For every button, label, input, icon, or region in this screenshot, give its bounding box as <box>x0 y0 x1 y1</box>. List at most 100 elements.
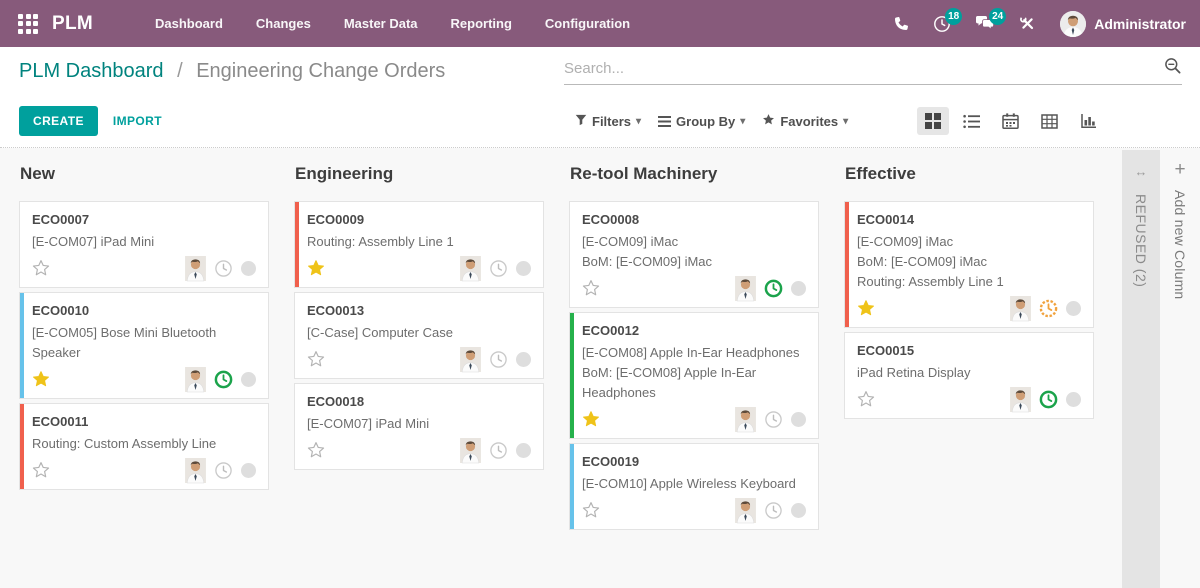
kanban-card[interactable]: ECO0014 [E-COM09] iMacBoM: [E-COM09] iMa… <box>844 201 1094 328</box>
kanban-card[interactable]: ECO0007 [E-COM07] iPad Mini <box>19 201 269 288</box>
kanban-view-button[interactable] <box>917 107 949 135</box>
kanban-state-icon[interactable] <box>241 372 256 387</box>
add-new-column-button[interactable]: + Add new Column <box>1160 150 1200 588</box>
assignee-avatar[interactable] <box>735 276 756 301</box>
kanban-state-icon[interactable] <box>1066 301 1081 316</box>
column-title[interactable]: Re-tool Machinery <box>570 164 844 184</box>
priority-star-icon[interactable] <box>307 441 325 459</box>
kanban-state-icon[interactable] <box>791 412 806 427</box>
breadcrumb-parent-link[interactable]: PLM Dashboard <box>19 60 164 82</box>
nav-menu-item[interactable]: Master Data <box>344 16 418 31</box>
kanban-card[interactable]: ECO0015 iPad Retina Display <box>844 332 1094 419</box>
card-description: [C-Case] Computer Case <box>307 323 531 343</box>
kanban-content: New ECO0007 [E-COM07] iPad Mini ECO0010 … <box>0 148 1200 588</box>
create-button[interactable]: CREATE <box>19 106 98 136</box>
kanban-card[interactable]: ECO0009 Routing: Assembly Line 1 <box>294 201 544 288</box>
activity-clock-icon[interactable] <box>1039 299 1058 318</box>
pivot-view-button[interactable] <box>1033 108 1066 135</box>
activity-clock-icon[interactable] <box>489 350 508 369</box>
assignee-avatar[interactable] <box>460 347 481 372</box>
kanban-state-icon[interactable] <box>791 281 806 296</box>
assignee-avatar[interactable] <box>1010 387 1031 412</box>
priority-star-icon[interactable] <box>307 350 325 368</box>
priority-star-icon[interactable] <box>582 279 600 297</box>
activity-clock-icon[interactable] <box>489 259 508 278</box>
card-description: [E-COM10] Apple Wireless Keyboard <box>582 474 806 494</box>
priority-star-icon[interactable] <box>582 501 600 519</box>
activity-clock-icon[interactable] <box>214 259 233 278</box>
assignee-avatar[interactable] <box>1010 296 1031 321</box>
assignee-avatar[interactable] <box>735 498 756 523</box>
view-switcher <box>917 107 1105 135</box>
kanban-state-icon[interactable] <box>516 352 531 367</box>
kanban-state-icon[interactable] <box>516 443 531 458</box>
priority-star-icon[interactable] <box>857 299 875 317</box>
calendar-view-button[interactable] <box>994 107 1027 135</box>
nav-menu-item[interactable]: Changes <box>256 16 311 31</box>
kanban-card[interactable]: ECO0018 [E-COM07] iPad Mini <box>294 383 544 470</box>
activity-clock-icon[interactable] <box>764 410 783 429</box>
nav-menu-item[interactable]: Reporting <box>451 16 512 31</box>
activity-clock-icon[interactable] <box>1039 390 1058 409</box>
eco-reference: ECO0019 <box>582 454 806 469</box>
assignee-avatar[interactable] <box>185 256 206 281</box>
kanban-state-icon[interactable] <box>516 261 531 276</box>
nav-menu-item[interactable]: Configuration <box>545 16 630 31</box>
card-color-bar <box>845 202 849 327</box>
graph-view-button[interactable] <box>1072 107 1105 135</box>
expand-arrows-icon: ↔ <box>1135 164 1148 179</box>
priority-star-icon[interactable] <box>857 390 875 408</box>
search-icon[interactable] <box>1164 57 1182 80</box>
apps-grid-icon[interactable] <box>18 14 38 34</box>
assignee-avatar[interactable] <box>460 256 481 281</box>
phone-icon[interactable] <box>893 16 909 32</box>
priority-star-icon[interactable] <box>307 259 325 277</box>
messages-icon[interactable]: 24 <box>975 15 995 32</box>
column-title[interactable]: Effective <box>845 164 1119 184</box>
collapsed-column-refused[interactable]: ↔ REFUSED (2) <box>1122 150 1160 588</box>
import-button[interactable]: IMPORT <box>113 114 162 128</box>
tools-icon[interactable] <box>1019 15 1036 32</box>
eco-reference: ECO0008 <box>582 212 806 227</box>
kanban-column: Engineering ECO0009 Routing: Assembly Li… <box>294 162 569 588</box>
group-by-dropdown[interactable]: Group By ▾ <box>658 114 745 129</box>
column-title[interactable]: Engineering <box>295 164 569 184</box>
kanban-state-icon[interactable] <box>241 463 256 478</box>
app-name[interactable]: PLM <box>52 13 93 35</box>
nav-menu-item[interactable]: Dashboard <box>155 16 223 31</box>
column-title[interactable]: New <box>20 164 294 184</box>
list-view-button[interactable] <box>955 108 988 135</box>
activities-clock-icon[interactable]: 18 <box>933 15 951 33</box>
priority-star-icon[interactable] <box>32 461 50 479</box>
favorites-dropdown[interactable]: Favorites ▾ <box>762 113 848 129</box>
kanban-state-icon[interactable] <box>791 503 806 518</box>
assignee-avatar[interactable] <box>460 438 481 463</box>
activity-clock-icon[interactable] <box>489 441 508 460</box>
assignee-avatar[interactable] <box>185 367 206 392</box>
activity-clock-icon[interactable] <box>764 279 783 298</box>
priority-star-icon[interactable] <box>32 259 50 277</box>
search-box <box>564 57 1182 85</box>
priority-star-icon[interactable] <box>582 410 600 428</box>
kanban-state-icon[interactable] <box>1066 392 1081 407</box>
kanban-card[interactable]: ECO0008 [E-COM09] iMacBoM: [E-COM09] iMa… <box>569 201 819 308</box>
kanban-card[interactable]: ECO0012 [E-COM08] Apple In-Ear Headphone… <box>569 312 819 439</box>
user-menu[interactable]: Administrator <box>1060 11 1186 37</box>
activities-badge: 18 <box>945 8 962 25</box>
kanban-card[interactable]: ECO0011 Routing: Custom Assembly Line <box>19 403 269 490</box>
search-input[interactable] <box>564 60 1164 77</box>
kanban-card[interactable]: ECO0010 [E-COM05] Bose Mini Bluetooth Sp… <box>19 292 269 399</box>
assignee-avatar[interactable] <box>185 458 206 483</box>
eco-reference: ECO0007 <box>32 212 256 227</box>
control-panel-top: PLM Dashboard / Engineering Change Order… <box>0 47 1200 95</box>
activity-clock-icon[interactable] <box>764 501 783 520</box>
assignee-avatar[interactable] <box>735 407 756 432</box>
kanban-card[interactable]: ECO0019 [E-COM10] Apple Wireless Keyboar… <box>569 443 819 530</box>
activity-clock-icon[interactable] <box>214 370 233 389</box>
activity-clock-icon[interactable] <box>214 461 233 480</box>
filters-dropdown[interactable]: Filters ▾ <box>575 114 641 129</box>
breadcrumb-current: Engineering Change Orders <box>196 60 445 82</box>
priority-star-icon[interactable] <box>32 370 50 388</box>
kanban-state-icon[interactable] <box>241 261 256 276</box>
kanban-card[interactable]: ECO0013 [C-Case] Computer Case <box>294 292 544 379</box>
